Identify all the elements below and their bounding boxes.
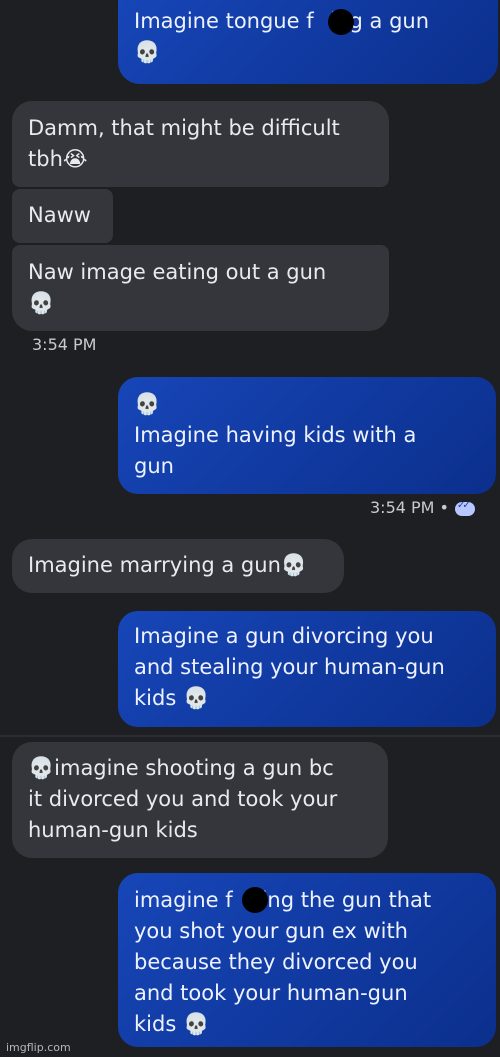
message-incoming[interactable]: Naww — [12, 189, 113, 243]
timestamp-text: 3:54 PM • — [370, 498, 449, 517]
message-incoming[interactable]: Damm, that might be difficult tbh😭 — [12, 101, 389, 187]
message-timestamp: 3:54 PM • — [370, 498, 475, 517]
watermark: imgflip.com — [6, 1041, 71, 1054]
redaction-blot — [242, 887, 268, 913]
redaction-blot — [328, 9, 354, 35]
message-incoming[interactable]: Imagine marrying a gun💀 — [12, 539, 344, 593]
message-outgoing[interactable]: imagine f king the gun that you shot you… — [118, 873, 496, 1047]
double-check-icon — [455, 500, 475, 516]
message-outgoing[interactable]: Imagine tongue f ing a gun 💀 — [118, 0, 498, 84]
message-timestamp: 3:54 PM — [32, 335, 97, 354]
message-outgoing[interactable]: Imagine a gun divorcing you and stealing… — [118, 611, 496, 727]
message-incoming[interactable]: 💀imagine shooting a gun bc it divorced y… — [12, 742, 388, 858]
message-incoming[interactable]: Naw image eating out a gun 💀 — [12, 245, 389, 331]
message-outgoing[interactable]: 💀 Imagine having kids with a gun — [118, 377, 496, 494]
divider — [0, 735, 500, 737]
